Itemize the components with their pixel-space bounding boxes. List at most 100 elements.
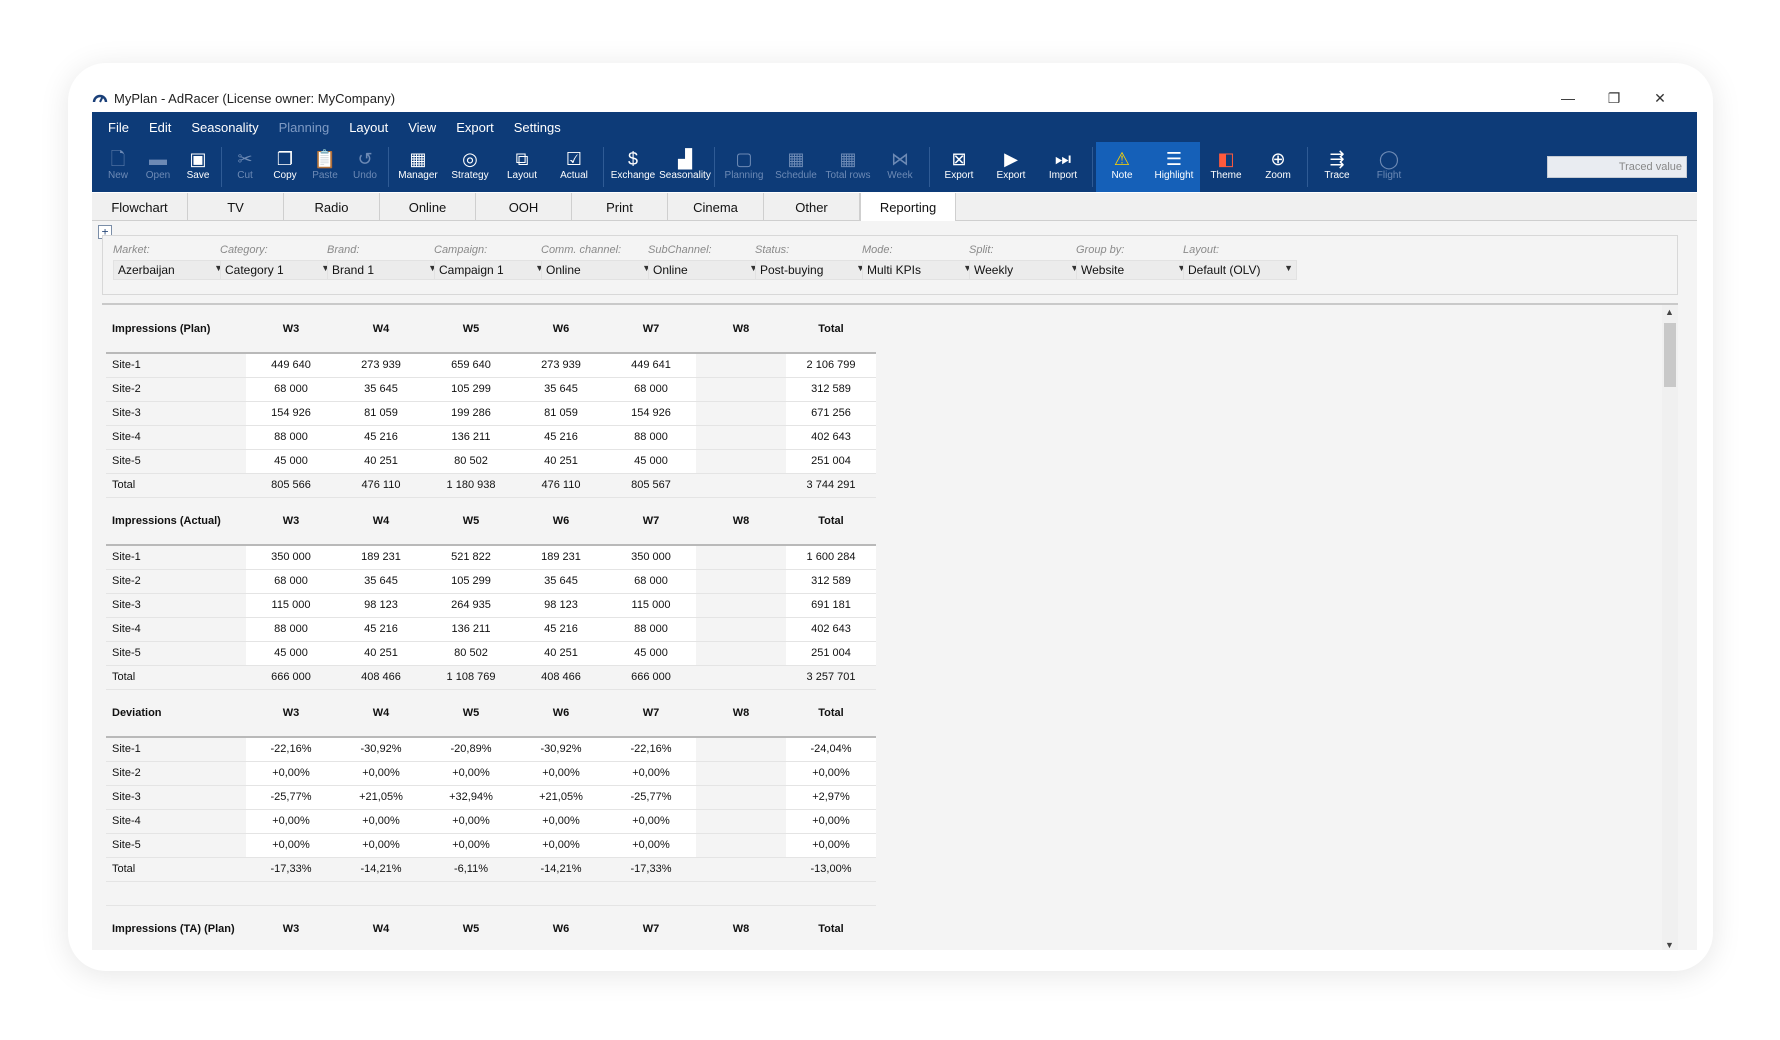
table-cell[interactable]: 666 000	[606, 665, 696, 690]
toolbar-open-button[interactable]: ▬ Open	[138, 142, 178, 192]
table-cell[interactable]: 105 299	[426, 377, 516, 402]
tab-flowchart[interactable]: Flowchart	[92, 193, 188, 221]
table-cell[interactable]	[696, 593, 786, 618]
menu-view[interactable]: View	[408, 120, 436, 135]
table-cell[interactable]: 805 566	[246, 473, 336, 498]
toolbar-zoom-button[interactable]: ⊕ Zoom	[1252, 142, 1304, 192]
table-cell[interactable]: 1 108 769	[426, 665, 516, 690]
toolbar-note-button[interactable]: ⚠ Note	[1096, 142, 1148, 192]
filter-select[interactable]: Post-buying ▼	[755, 260, 869, 280]
table-cell[interactable]: 35 645	[516, 377, 606, 402]
table-cell[interactable]: 805 567	[606, 473, 696, 498]
table-cell[interactable]: -14,21%	[516, 857, 606, 882]
toolbar-seasonality-button[interactable]: ▟ Seasonality	[659, 142, 711, 192]
table-cell[interactable]	[696, 809, 786, 834]
tab-other[interactable]: Other	[764, 193, 860, 221]
table-cell[interactable]: +2,97%	[786, 785, 876, 810]
table-cell[interactable]: 408 466	[336, 665, 426, 690]
minimize-icon[interactable]: —	[1545, 90, 1591, 106]
table-cell[interactable]: -30,92%	[336, 737, 426, 762]
tab-tv[interactable]: TV	[188, 193, 284, 221]
tab-ooh[interactable]: OOH	[476, 193, 572, 221]
table-cell[interactable]: +32,94%	[426, 785, 516, 810]
table-cell[interactable]: +0,00%	[336, 809, 426, 834]
toolbar-planning-button[interactable]: ▢ Planning	[718, 142, 770, 192]
toolbar-flight-button[interactable]: ◯ Flight	[1363, 142, 1415, 192]
table-cell[interactable]: -6,11%	[426, 857, 516, 882]
table-cell[interactable]: 199 286	[426, 401, 516, 426]
table-cell[interactable]: 666 000	[246, 665, 336, 690]
table-cell[interactable]	[696, 737, 786, 762]
table-cell[interactable]	[696, 425, 786, 450]
table-cell[interactable]: 40 251	[516, 641, 606, 666]
table-cell[interactable]: -30,92%	[516, 737, 606, 762]
table-cell[interactable]: 115 000	[606, 593, 696, 618]
menu-export[interactable]: Export	[456, 120, 494, 135]
table-cell[interactable]: 45 216	[336, 617, 426, 642]
filter-select[interactable]: Brand 1 ▼	[327, 260, 441, 280]
menu-layout[interactable]: Layout	[349, 120, 388, 135]
tab-online[interactable]: Online	[380, 193, 476, 221]
table-cell[interactable]: 3 257 701	[786, 665, 876, 690]
table-cell[interactable]: 115 000	[246, 593, 336, 618]
table-cell[interactable]	[696, 569, 786, 594]
table-cell[interactable]: 189 231	[336, 545, 426, 570]
table-cell[interactable]: 45 216	[516, 425, 606, 450]
tab-print[interactable]: Print	[572, 193, 668, 221]
table-cell[interactable]: 80 502	[426, 641, 516, 666]
table-cell[interactable]	[696, 857, 786, 882]
table-cell[interactable]: -13,00%	[786, 857, 876, 882]
table-cell[interactable]: 476 110	[336, 473, 426, 498]
table-cell[interactable]: 154 926	[246, 401, 336, 426]
toolbar-week-button[interactable]: ⋈ Week	[874, 142, 926, 192]
table-cell[interactable]: +0,00%	[786, 809, 876, 834]
traced-value-field[interactable]: Traced value	[1547, 156, 1687, 178]
scroll-up-icon[interactable]: ▲	[1665, 307, 1674, 317]
table-cell[interactable]: 81 059	[516, 401, 606, 426]
filter-select[interactable]: Category 1 ▼	[220, 260, 334, 280]
table-cell[interactable]: 3 744 291	[786, 473, 876, 498]
tab-radio[interactable]: Radio	[284, 193, 380, 221]
table-cell[interactable]	[696, 353, 786, 378]
table-cell[interactable]: +0,00%	[426, 761, 516, 786]
filter-select[interactable]: Online ▼	[541, 260, 655, 280]
table-cell[interactable]: 68 000	[246, 569, 336, 594]
table-cell[interactable]: +0,00%	[336, 761, 426, 786]
table-cell[interactable]	[696, 473, 786, 498]
table-cell[interactable]: 273 939	[516, 353, 606, 378]
table-cell[interactable]	[696, 641, 786, 666]
table-cell[interactable]: +0,00%	[246, 833, 336, 858]
table-cell[interactable]: -17,33%	[606, 857, 696, 882]
table-cell[interactable]	[696, 377, 786, 402]
table-cell[interactable]: 45 000	[606, 449, 696, 474]
toolbar-paste-button[interactable]: 📋 Paste	[305, 142, 345, 192]
table-cell[interactable]: 40 251	[336, 641, 426, 666]
table-cell[interactable]: 88 000	[606, 617, 696, 642]
filter-select[interactable]: Multi KPIs ▼	[862, 260, 976, 280]
filter-select[interactable]: Campaign 1 ▼	[434, 260, 548, 280]
table-cell[interactable]: 408 466	[516, 665, 606, 690]
table-cell[interactable]: 251 004	[786, 641, 876, 666]
table-cell[interactable]: +0,00%	[426, 809, 516, 834]
toolbar-new-button[interactable]: 🗋 New	[98, 142, 138, 192]
table-cell[interactable]: +0,00%	[336, 833, 426, 858]
table-cell[interactable]: +0,00%	[516, 809, 606, 834]
table-cell[interactable]: 88 000	[246, 425, 336, 450]
table-cell[interactable]: -25,77%	[606, 785, 696, 810]
table-cell[interactable]: 350 000	[606, 545, 696, 570]
filter-select[interactable]: Default (OLV) ▼	[1183, 260, 1297, 280]
table-cell[interactable]: +21,05%	[336, 785, 426, 810]
table-cell[interactable]: 402 643	[786, 425, 876, 450]
filter-select[interactable]: Website ▼	[1076, 260, 1190, 280]
table-cell[interactable]: 312 589	[786, 569, 876, 594]
table-cell[interactable]: 251 004	[786, 449, 876, 474]
table-cell[interactable]: +0,00%	[426, 833, 516, 858]
table-cell[interactable]: -22,16%	[606, 737, 696, 762]
table-cell[interactable]: 35 645	[516, 569, 606, 594]
toolbar-save-button[interactable]: ▣ Save	[178, 142, 218, 192]
table-cell[interactable]: 189 231	[516, 545, 606, 570]
table-cell[interactable]: 671 256	[786, 401, 876, 426]
table-cell[interactable]: 45 216	[516, 617, 606, 642]
menu-planning[interactable]: Planning	[279, 120, 330, 135]
table-cell[interactable]	[696, 665, 786, 690]
